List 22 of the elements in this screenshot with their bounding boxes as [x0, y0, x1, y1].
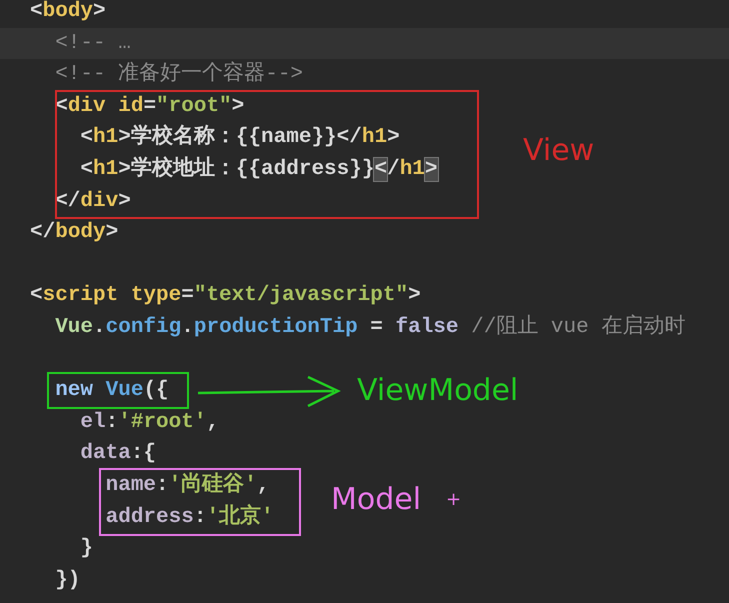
code-line: <script type="text/javascript"> [30, 283, 421, 310]
arrow-icon [196, 373, 341, 409]
code-line: <body> [30, 0, 106, 25]
code-line: name:'尚硅谷', [104, 471, 270, 499]
code-line: <h1>学校地址：{{address}}</h1> [79, 155, 438, 183]
code-line: }) [54, 568, 80, 594]
code-line: <h1>学校名称：{{name}}</h1> [79, 123, 400, 152]
code-line: data:{ [79, 441, 156, 468]
code-line: <!-- 准备好一个容器--> [54, 60, 304, 88]
annotation-label: Model [331, 485, 422, 515]
code-line: el:'#root', [79, 410, 220, 436]
code-line: } [79, 536, 94, 562]
annotation-label: ViewModel [357, 376, 518, 406]
code-line: <div id="root"> [54, 94, 244, 120]
annotation-label: View [523, 136, 594, 166]
code-line: </body> [30, 220, 118, 246]
code-line: new Vue({ [54, 378, 169, 404]
annotation-mark: + [446, 491, 462, 509]
code-line: address:'北京' [104, 502, 274, 530]
code-line: Vue.config.productionTip = false //阻止 vue 在启动时 [54, 313, 686, 341]
code-line: </div> [54, 188, 131, 215]
code-line: <!-- … [54, 30, 131, 57]
